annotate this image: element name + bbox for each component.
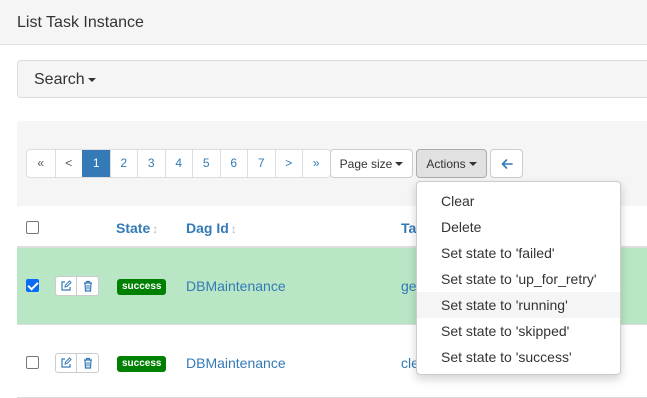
pagination: « < 1 2 3 4 5 6 7 > »: [26, 149, 331, 178]
task-id-link[interactable]: ge: [401, 278, 417, 294]
trash-icon: [83, 357, 92, 369]
menu-item-set-running[interactable]: Set state to 'running': [417, 292, 620, 318]
page-3[interactable]: 3: [137, 150, 165, 177]
menu-item-delete[interactable]: Delete: [417, 214, 620, 240]
arrow-left-icon: [501, 158, 513, 169]
sort-icon: ↕: [152, 222, 159, 236]
search-panel[interactable]: Search: [17, 60, 647, 98]
dag-id-link[interactable]: DBMaintenance: [186, 278, 286, 294]
page-5[interactable]: 5: [192, 150, 220, 177]
page-last[interactable]: »: [302, 150, 330, 177]
title-bar: List Task Instance: [0, 0, 647, 45]
page-1[interactable]: 1: [82, 150, 110, 177]
page-title: List Task Instance: [17, 14, 144, 31]
delete-button[interactable]: [77, 276, 99, 296]
back-button[interactable]: [490, 149, 523, 178]
status-badge: success: [117, 356, 167, 372]
column-header-dag-id[interactable]: Dag Id ↕: [186, 220, 237, 236]
actions-button[interactable]: Actions: [416, 149, 487, 178]
page-size-label: Page size: [339, 156, 393, 171]
menu-item-set-up-for-retry[interactable]: Set state to 'up_for_retry': [417, 266, 620, 292]
menu-item-clear[interactable]: Clear: [417, 188, 620, 214]
column-header-dag-id-label: Dag Id: [186, 220, 229, 236]
status-badge: success: [117, 279, 167, 295]
menu-item-set-success[interactable]: Set state to 'success': [417, 344, 620, 370]
menu-item-set-skipped[interactable]: Set state to 'skipped': [417, 318, 620, 344]
row-checkbox[interactable]: [26, 356, 39, 369]
caret-down-icon: [395, 161, 404, 166]
menu-item-set-failed[interactable]: Set state to 'failed': [417, 240, 620, 266]
actions-label: Actions: [426, 156, 466, 171]
column-header-task[interactable]: Ta: [401, 220, 416, 236]
edit-icon: [61, 357, 72, 368]
edit-button[interactable]: [55, 353, 77, 373]
caret-down-icon: [468, 161, 477, 166]
page-4[interactable]: 4: [164, 150, 192, 177]
page-7[interactable]: 7: [247, 150, 275, 177]
page-first[interactable]: «: [27, 150, 55, 177]
sort-icon: ↕: [230, 222, 237, 236]
delete-button[interactable]: [77, 353, 99, 373]
search-label: Search: [34, 71, 85, 88]
edit-icon: [61, 280, 72, 291]
column-header-task-label: Ta: [401, 220, 417, 236]
trash-icon: [83, 280, 92, 292]
page-prev[interactable]: <: [54, 150, 82, 177]
select-all-checkbox[interactable]: [26, 221, 39, 234]
caret-down-icon: [87, 77, 96, 82]
column-header-state-label: State: [116, 220, 151, 236]
search-toggle[interactable]: Search: [34, 71, 96, 89]
row-checkbox[interactable]: [26, 279, 39, 292]
dag-id-link[interactable]: DBMaintenance: [186, 355, 286, 371]
page-6[interactable]: 6: [219, 150, 247, 177]
page-2[interactable]: 2: [109, 150, 137, 177]
page-size-button[interactable]: Page size: [330, 149, 413, 178]
column-header-state[interactable]: State ↕: [116, 220, 158, 236]
actions-dropdown-menu: Clear Delete Set state to 'failed' Set s…: [416, 181, 621, 375]
page-next[interactable]: >: [274, 150, 302, 177]
edit-button[interactable]: [55, 276, 77, 296]
